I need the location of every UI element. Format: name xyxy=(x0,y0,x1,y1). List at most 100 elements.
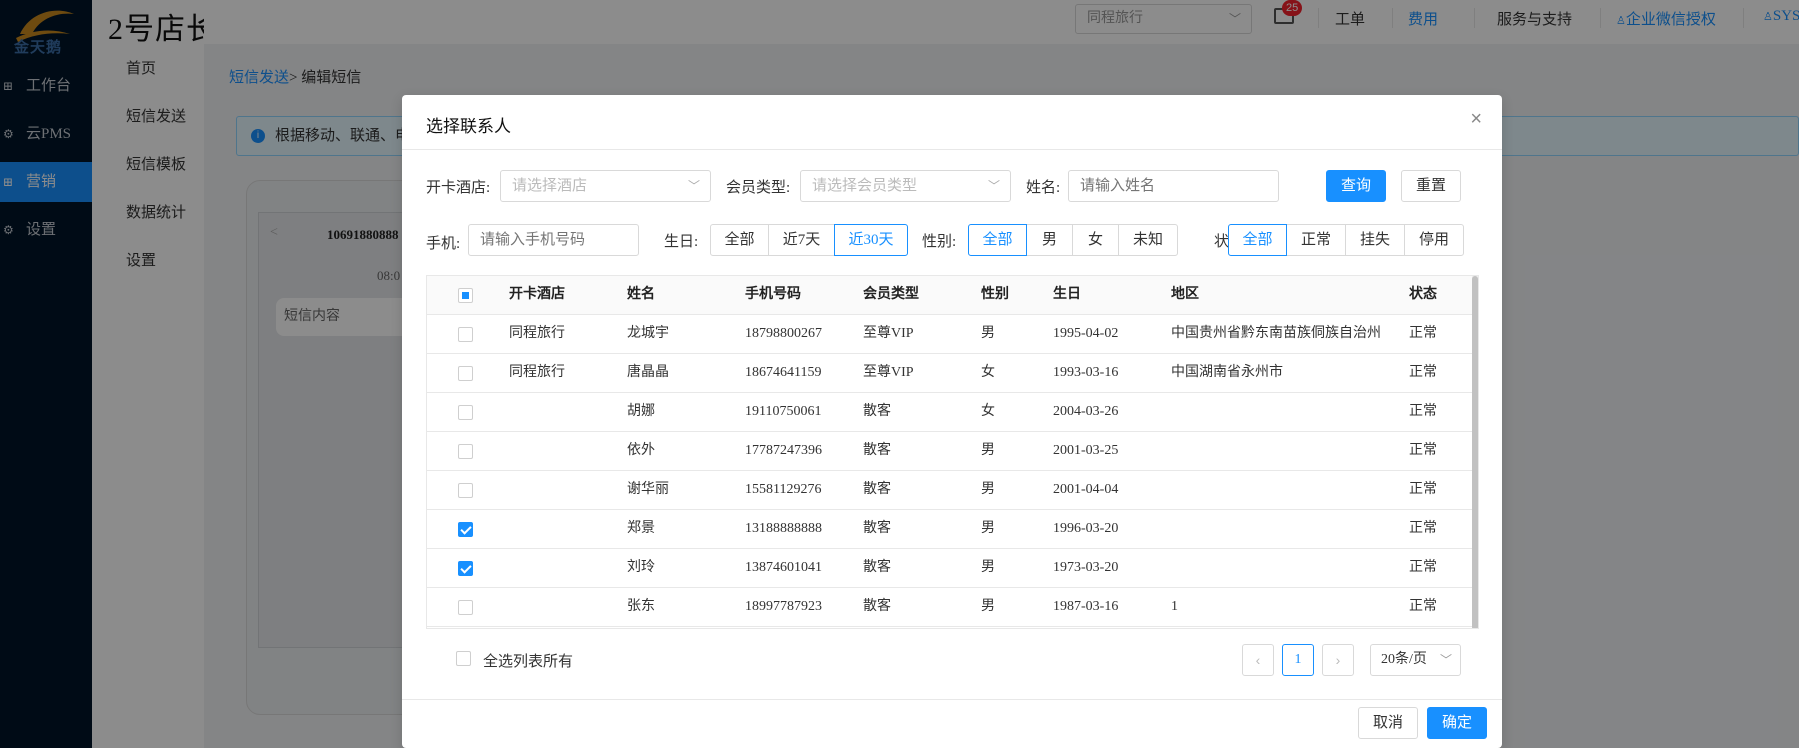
column-header: 状态 xyxy=(1409,287,1437,302)
status-filter-group: 全部 正常 挂失 停用 xyxy=(1228,224,1464,256)
cell-gender: 女 xyxy=(981,404,995,419)
cell-type: 至尊VIP xyxy=(863,326,914,341)
select-all-list-checkbox[interactable] xyxy=(456,651,471,666)
table-row[interactable]: 谢华丽 15581129276 散客 男 2001-04-04 正常 xyxy=(427,471,1473,510)
cell-name: 胡娜 xyxy=(627,404,655,419)
birthday-filter-label: 生日: xyxy=(664,234,699,250)
cell-status: 正常 xyxy=(1409,443,1437,458)
table-row[interactable]: 张东 18997787923 散客 男 1987-03-16 1 正常 xyxy=(427,588,1473,627)
chevron-down-icon: ﹀ xyxy=(987,179,1000,193)
cell-birthday: 1973-03-20 xyxy=(1053,560,1119,575)
cell-type: 散客 xyxy=(863,521,891,536)
table-header: 开卡酒店 姓名 手机号码 会员类型 性别 生日 地区 状态 xyxy=(427,276,1473,315)
cell-type: 散客 xyxy=(863,482,891,497)
cell-type: 散客 xyxy=(863,404,891,419)
cell-birthday: 1993-03-16 xyxy=(1053,365,1119,380)
cell-type: 散客 xyxy=(863,599,891,614)
row-checkbox[interactable] xyxy=(458,444,473,459)
cell-gender: 男 xyxy=(981,443,995,458)
status-option-4[interactable]: 停用 xyxy=(1404,224,1464,256)
status-option-3[interactable]: 挂失 xyxy=(1345,224,1405,256)
row-checkbox[interactable] xyxy=(458,561,473,576)
row-checkbox[interactable] xyxy=(458,327,473,342)
table-row[interactable]: 刘玲 13874601041 散客 男 1973-03-20 正常 xyxy=(427,549,1473,588)
ok-button[interactable]: 确定 xyxy=(1427,707,1487,739)
page-1-button[interactable]: 1 xyxy=(1282,644,1314,676)
contacts-table: 开卡酒店 姓名 手机号码 会员类型 性别 生日 地区 状态 同程旅行 龙城宇 1879880026… xyxy=(426,275,1479,629)
cell-name: 龙城宇 xyxy=(627,326,669,341)
cell-birthday: 2001-04-04 xyxy=(1053,482,1119,497)
cell-gender: 男 xyxy=(981,482,995,497)
cell-type: 至尊VIP xyxy=(863,365,914,380)
row-checkbox[interactable] xyxy=(458,405,473,420)
phone-filter-label: 手机: xyxy=(426,236,461,252)
cell-birthday: 1987-03-16 xyxy=(1053,599,1119,614)
name-filter-input[interactable] xyxy=(1068,170,1279,202)
modal-title: 选择联系人 xyxy=(426,117,511,136)
gender-option-2[interactable]: 男 xyxy=(1026,224,1073,256)
column-header: 手机号码 xyxy=(745,287,801,302)
cell-gender: 女 xyxy=(981,365,995,380)
gender-option-3[interactable]: 女 xyxy=(1072,224,1119,256)
table-row[interactable]: 同程旅行 唐晶晶 18674641159 至尊VIP 女 1993-03-16 中国湖南省永… xyxy=(427,354,1473,393)
status-option-1[interactable]: 全部 xyxy=(1228,224,1287,256)
select-all-list-label: 全选列表所有 xyxy=(483,654,574,670)
cell-gender: 男 xyxy=(981,560,995,575)
hotel-filter-select[interactable]: 请选择酒店 ﹀ xyxy=(500,170,711,202)
table-scrollbar[interactable] xyxy=(1472,276,1478,628)
column-header: 会员类型 xyxy=(863,287,919,302)
next-page-button[interactable]: › xyxy=(1322,644,1354,676)
birthday-option-2[interactable]: 近7天 xyxy=(768,224,835,256)
cell-type: 散客 xyxy=(863,443,891,458)
birthday-option-1[interactable]: 全部 xyxy=(710,224,769,256)
status-option-2[interactable]: 正常 xyxy=(1286,224,1346,256)
cell-phone: 18674641159 xyxy=(745,365,822,380)
cell-phone: 18798800267 xyxy=(745,326,822,341)
cell-phone: 15581129276 xyxy=(745,482,822,497)
cell-birthday: 1995-04-02 xyxy=(1053,326,1119,341)
cell-phone: 13874601041 xyxy=(745,560,822,575)
table-row[interactable]: 同程旅行 龙城宇 18798800267 至尊VIP 男 1995-04-02 中国贵州省黔… xyxy=(427,315,1473,354)
cell-status: 正常 xyxy=(1409,599,1437,614)
scrollbar-thumb[interactable] xyxy=(1472,276,1478,628)
phone-filter-input[interactable] xyxy=(468,224,639,256)
cell-hotel: 同程旅行 xyxy=(509,326,565,341)
cell-phone: 13188888888 xyxy=(745,521,822,536)
row-checkbox[interactable] xyxy=(458,483,473,498)
cell-name: 谢华丽 xyxy=(627,482,669,497)
gender-option-1[interactable]: 全部 xyxy=(968,224,1027,256)
cell-phone: 17787247396 xyxy=(745,443,822,458)
table-row[interactable]: 胡娜 19110750061 散客 女 2004-03-26 正常 xyxy=(427,393,1473,432)
table-row[interactable]: 依外 17787247396 散客 男 2001-03-25 正常 xyxy=(427,432,1473,471)
query-button[interactable]: 查询 xyxy=(1326,170,1386,202)
cell-status: 正常 xyxy=(1409,326,1437,341)
cell-name: 依外 xyxy=(627,443,655,458)
gender-filter-group: 全部男女未知 xyxy=(968,224,1178,256)
modal-header: 选择联系人 × xyxy=(402,95,1502,150)
select-all-checkbox[interactable] xyxy=(458,288,473,303)
gender-option-4[interactable]: 未知 xyxy=(1118,224,1178,256)
birthday-option-3[interactable]: 近30天 xyxy=(834,224,908,256)
reset-button[interactable]: 重置 xyxy=(1401,170,1461,202)
table-row[interactable]: 郑景 13188888888 散客 男 1996-03-20 正常 xyxy=(427,510,1473,549)
cell-name: 郑景 xyxy=(627,521,655,536)
cell-name: 张东 xyxy=(627,599,655,614)
cell-gender: 男 xyxy=(981,326,995,341)
chevron-down-icon: ﹀ xyxy=(1439,653,1452,667)
row-checkbox[interactable] xyxy=(458,522,473,537)
member-type-select[interactable]: 请选择会员类型 ﹀ xyxy=(800,170,1011,202)
cell-birthday: 1996-03-20 xyxy=(1053,521,1119,536)
row-checkbox[interactable] xyxy=(458,366,473,381)
cell-name: 唐晶晶 xyxy=(627,365,669,380)
prev-page-button[interactable]: ‹ xyxy=(1242,644,1274,676)
cell-status: 正常 xyxy=(1409,365,1437,380)
page-size-select[interactable]: 20条/页 ﹀ xyxy=(1370,644,1461,676)
hotel-filter-label: 开卡酒店: xyxy=(426,180,491,196)
close-icon[interactable]: × xyxy=(1470,108,1482,131)
row-checkbox[interactable] xyxy=(458,600,473,615)
birthday-filter-group: 全部 近7天 近30天 xyxy=(710,224,908,256)
cell-region: 1 xyxy=(1171,599,1178,614)
cancel-button[interactable]: 取消 xyxy=(1358,707,1418,739)
column-header: 姓名 xyxy=(627,287,655,302)
cell-status: 正常 xyxy=(1409,404,1437,419)
